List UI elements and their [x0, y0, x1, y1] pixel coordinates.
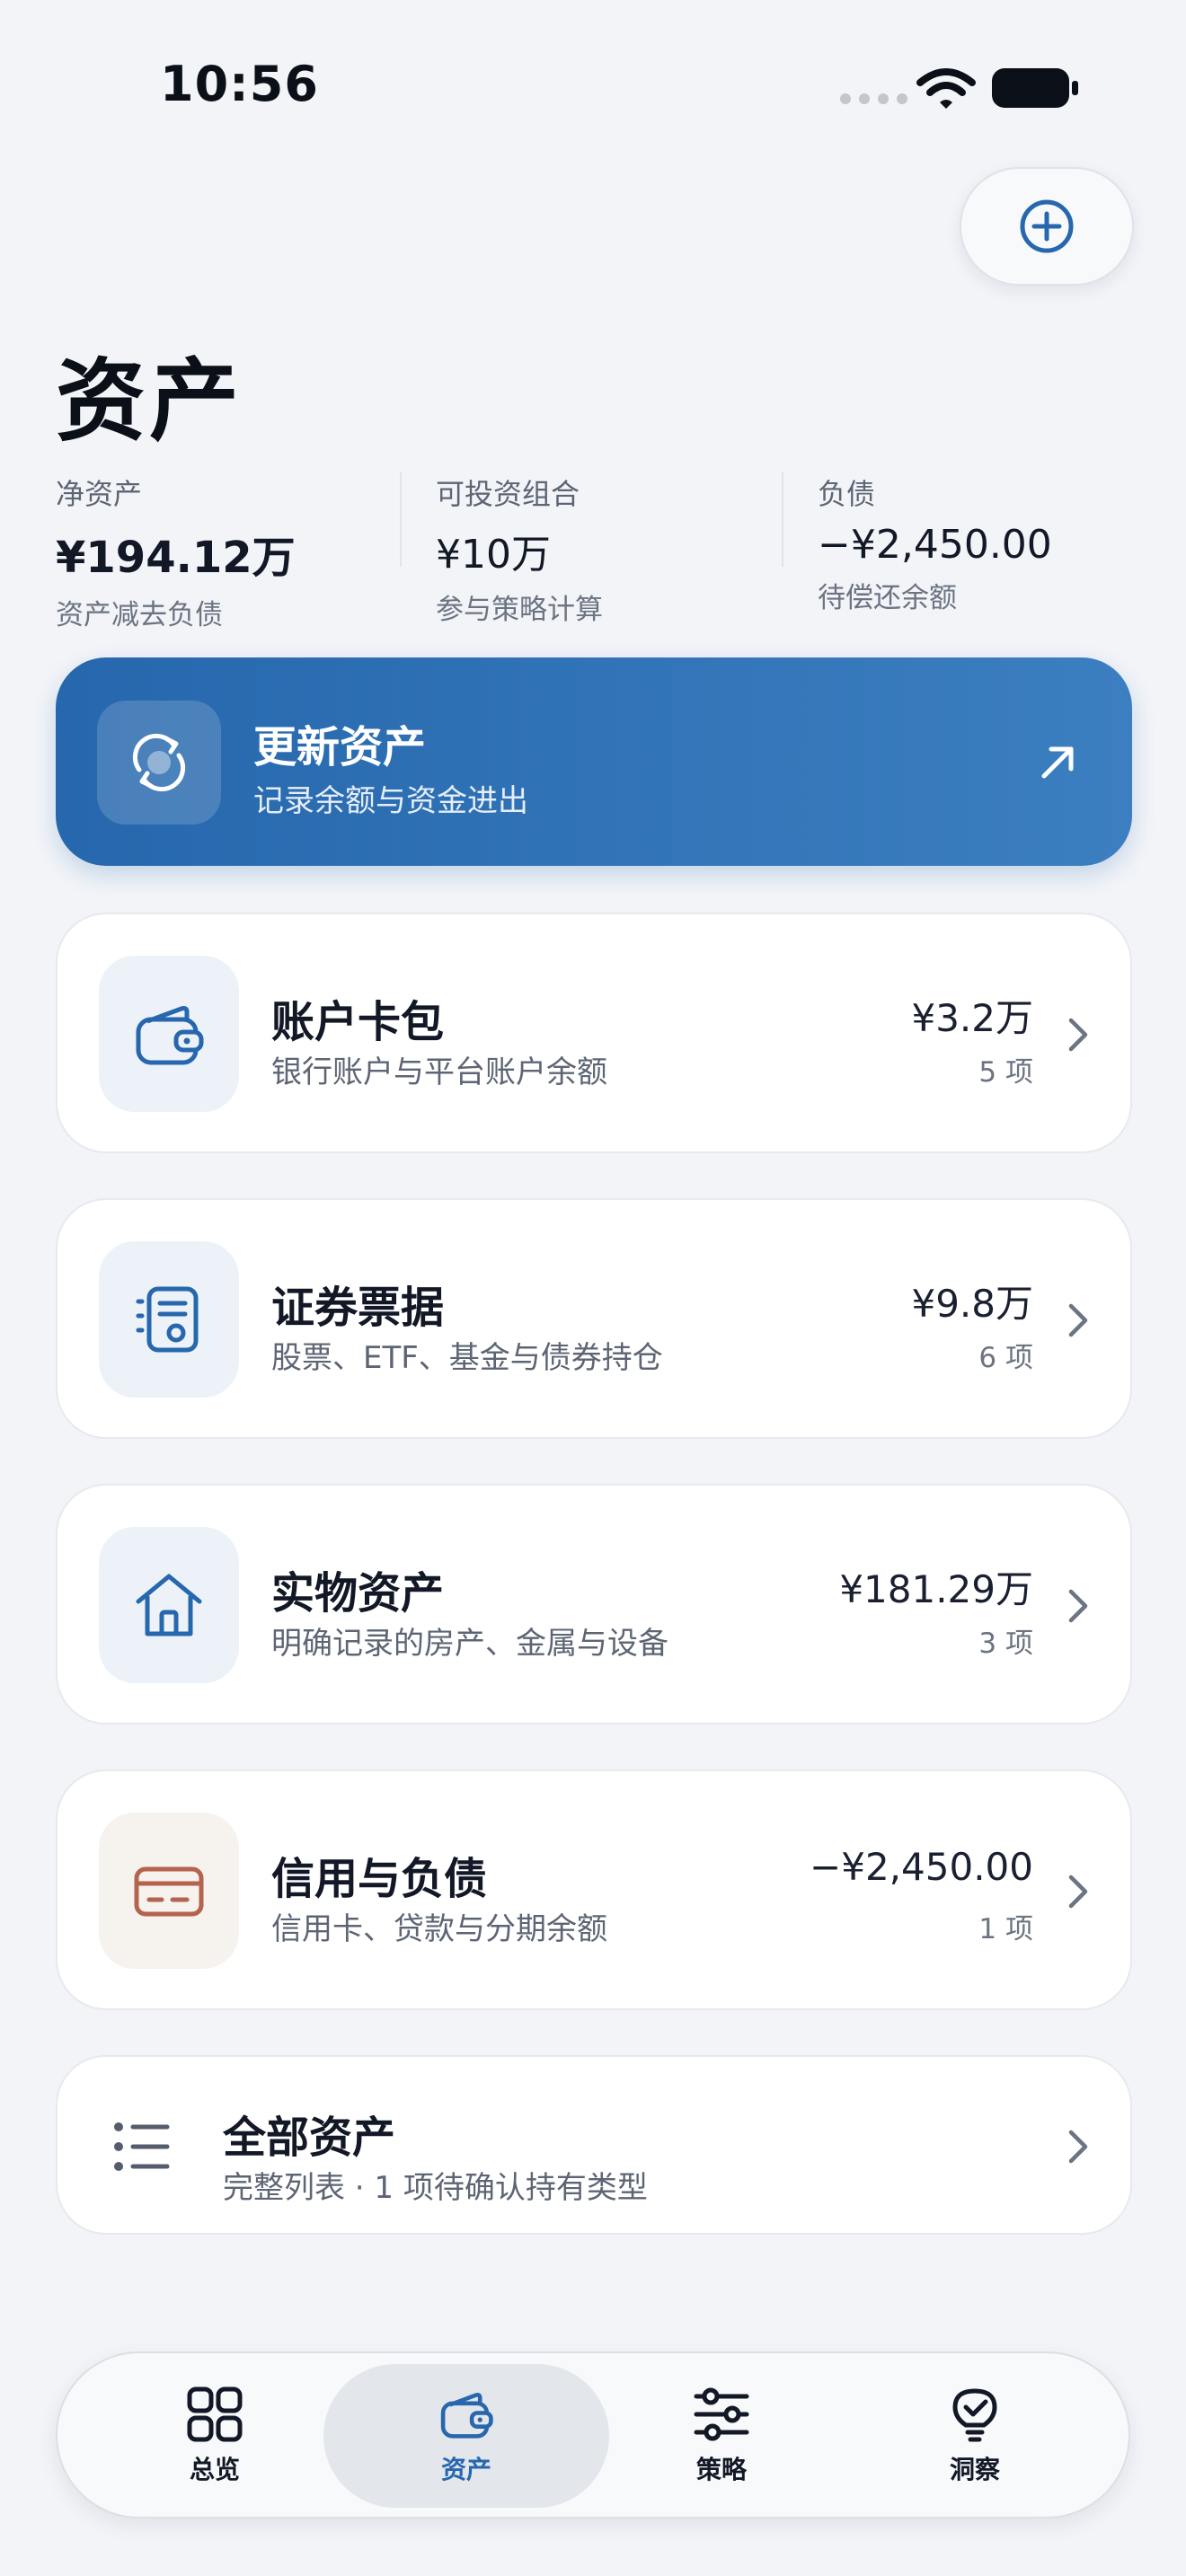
net-worth-label: 净资产 [56, 477, 143, 511]
category-icon-box [99, 956, 239, 1112]
chevron-right-icon [1068, 1018, 1088, 1052]
all-assets-subtitle: 完整列表 · 1 项待确认持有类型 [223, 2170, 648, 2206]
add-asset-button[interactable] [960, 167, 1134, 286]
category-amount: ¥9.8万 [911, 1282, 1033, 1326]
category-count: 6 项 [978, 1342, 1033, 1374]
tab-label: 策略 [695, 2455, 747, 2484]
liability-summary: 负债 −¥2,450.00 待偿还余额 [818, 472, 1052, 615]
category-amount: −¥2,450.00 [810, 1845, 1033, 1889]
category-card-debt[interactable]: 信用与负债 信用卡、贷款与分期余额 −¥2,450.00 1 项 [56, 1769, 1132, 2010]
wifi-icon [916, 68, 976, 109]
category-card-securities[interactable]: 证券票据 股票、ETF、基金与债券持仓 ¥9.8万 6 项 [56, 1198, 1132, 1439]
status-bar: 10:56 [0, 0, 1186, 171]
list-icon [114, 2122, 170, 2171]
battery-icon [992, 68, 1078, 108]
arrow-up-right-icon [1041, 746, 1074, 779]
asset-summary: 净资产 ¥194.12万 资产减去负债 可投资组合 ¥10万 参与策略计算 负债… [56, 472, 1134, 631]
update-assets-title: 更新资产 [253, 722, 427, 772]
lightbulb-icon [952, 2388, 997, 2442]
chevron-right-icon [1068, 1303, 1088, 1337]
divider [400, 472, 402, 567]
category-description: 股票、ETF、基金与债券持仓 [271, 1340, 663, 1376]
category-description: 银行账户与平台账户余额 [271, 1054, 607, 1090]
chevron-right-icon [1068, 1875, 1088, 1909]
investable-label: 可投资组合 [436, 477, 580, 511]
category-name: 实物资产 [271, 1568, 445, 1619]
investable-value: ¥10万 [436, 532, 551, 578]
all-assets-title: 全部资产 [223, 2113, 396, 2163]
liability-value: −¥2,450.00 [818, 522, 1052, 568]
category-name: 账户卡包 [271, 997, 445, 1047]
net-worth-note: 资产减去负债 [56, 599, 223, 631]
category-icon-box [99, 1813, 239, 1969]
liability-label: 负债 [818, 477, 876, 511]
category-name: 信用与负债 [271, 1854, 488, 1904]
grid-icon [187, 2386, 243, 2442]
tab-label: 资产 [440, 2455, 491, 2484]
cellular-signal-icon [840, 93, 907, 104]
investable-note: 参与策略计算 [436, 594, 603, 626]
category-icon-box [99, 1241, 239, 1398]
tab-label: 总览 [189, 2455, 240, 2484]
chevron-right-icon [1068, 1589, 1088, 1623]
category-amount: ¥181.29万 [839, 1567, 1033, 1611]
sliders-icon [694, 2387, 749, 2441]
update-icon-box [97, 701, 221, 825]
category-card-accounts[interactable]: 账户卡包 银行账户与平台账户余额 ¥3.2万 5 项 [56, 913, 1132, 1153]
category-count: 1 项 [978, 1913, 1033, 1945]
refresh-cycle-icon [132, 733, 186, 792]
tab-strategy[interactable]: 策略 [579, 2364, 864, 2508]
tab-insights[interactable]: 洞察 [832, 2364, 1118, 2508]
category-amount: ¥3.2万 [911, 996, 1033, 1040]
page-title: 资产 [56, 348, 243, 454]
wallet-icon [136, 1006, 204, 1065]
category-count: 3 项 [978, 1628, 1033, 1660]
investable-summary: 可投资组合 ¥10万 参与策略计算 [436, 472, 603, 626]
wallet-icon [440, 2393, 493, 2439]
divider [782, 472, 783, 567]
category-description: 信用卡、贷款与分期余额 [271, 1911, 607, 1947]
liability-note: 待偿还余额 [818, 582, 957, 614]
tab-overview[interactable]: 总览 [72, 2364, 358, 2508]
category-name: 证券票据 [271, 1283, 445, 1333]
house-icon [136, 1574, 202, 1636]
tab-label: 洞察 [949, 2455, 1000, 2484]
all-assets-card[interactable]: 全部资产 完整列表 · 1 项待确认持有类型 [56, 2055, 1132, 2235]
status-time: 10:56 [160, 56, 319, 112]
tab-bar: 总览 资产 策略 洞察 [56, 2351, 1130, 2519]
category-card-physical[interactable]: 实物资产 明确记录的房产、金属与设备 ¥181.29万 3 项 [56, 1484, 1132, 1725]
update-assets-subtitle: 记录余额与资金进出 [253, 783, 528, 819]
chevron-right-icon [1068, 2130, 1088, 2164]
category-icon-box [99, 1527, 239, 1683]
plus-circle-icon [1020, 199, 1074, 253]
credit-card-icon [134, 1866, 204, 1917]
update-assets-card[interactable]: 更新资产 记录余额与资金进出 [56, 657, 1132, 866]
net-worth-summary: 净资产 ¥194.12万 资产减去负债 [56, 472, 296, 631]
tab-assets[interactable]: 资产 [323, 2364, 609, 2508]
category-count: 5 项 [978, 1056, 1033, 1089]
document-icon [136, 1286, 199, 1353]
net-worth-value: ¥194.12万 [56, 533, 296, 583]
category-description: 明确记录的房产、金属与设备 [271, 1626, 668, 1662]
